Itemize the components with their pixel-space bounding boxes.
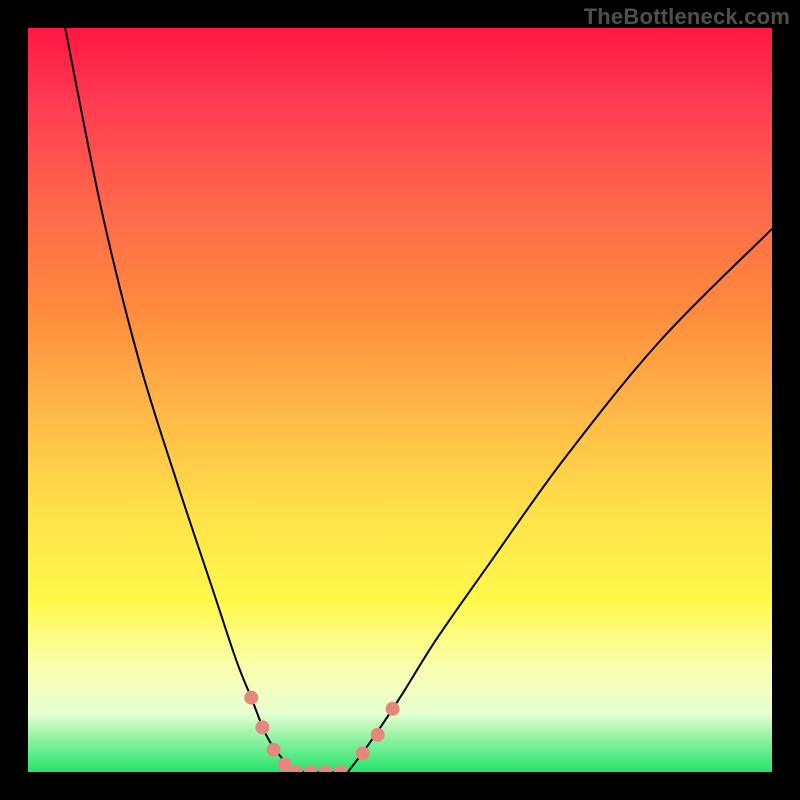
right-curve <box>348 229 772 772</box>
chart-frame: TheBottleneck.com <box>0 0 800 800</box>
marker-group <box>244 691 399 772</box>
attribution-label: TheBottleneck.com <box>584 4 790 30</box>
curve-group <box>65 28 772 772</box>
curve-marker <box>244 691 258 705</box>
curve-marker <box>334 765 348 772</box>
curve-marker <box>319 765 333 772</box>
curve-marker <box>356 746 370 760</box>
curve-marker <box>386 702 400 716</box>
plot-area <box>28 28 772 772</box>
curve-marker <box>267 743 281 757</box>
curve-marker <box>304 765 318 772</box>
chart-svg <box>28 28 772 772</box>
curve-marker <box>255 720 269 734</box>
left-curve <box>65 28 296 772</box>
curve-marker <box>371 728 385 742</box>
